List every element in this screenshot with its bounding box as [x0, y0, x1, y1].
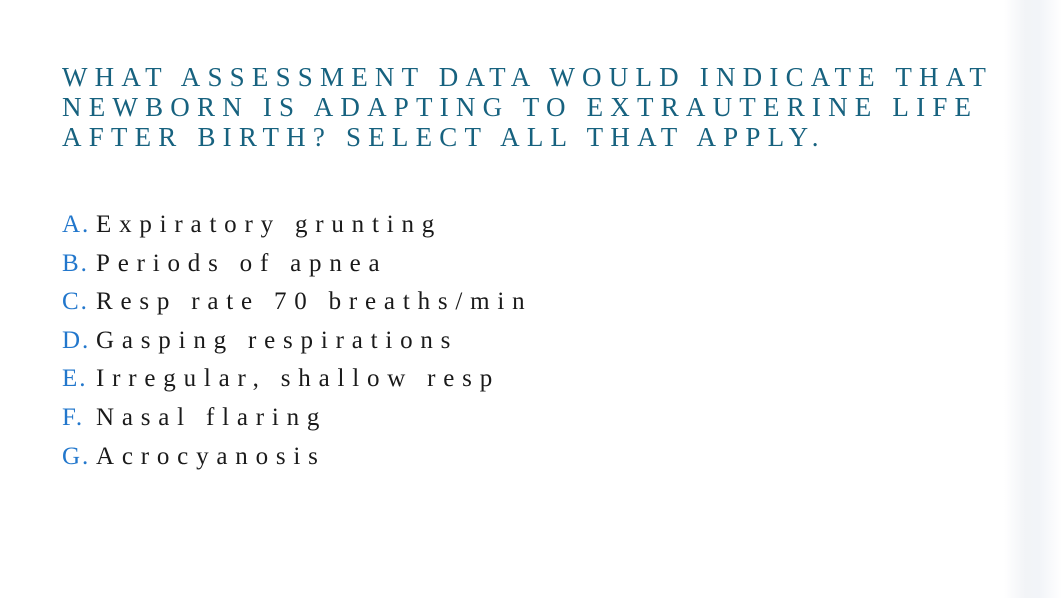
- question-title-line-2: NEWBORN IS ADAPTING TO EXTRAUTERINE LIFE: [62, 92, 979, 122]
- option-marker-e: E.: [62, 365, 88, 393]
- option-marker-g: G.: [62, 442, 91, 470]
- option-row-f[interactable]: F. Nasal flaring: [62, 403, 1022, 442]
- option-row-a[interactable]: A. Expiratory grunting: [62, 210, 1022, 249]
- question-title-line-1: WHAT ASSESSMENT DATA WOULD INDICATE THAT: [62, 62, 994, 92]
- option-marker-b: B.: [62, 249, 89, 277]
- option-marker-a: A.: [62, 211, 91, 238]
- option-text-g: Acrocyanosis: [96, 442, 326, 470]
- option-row-e[interactable]: E. Irregular, shallow resp: [62, 364, 1022, 403]
- option-text-b: Periods of apnea: [96, 249, 388, 277]
- option-text-e: Irregular, shallow resp: [96, 365, 501, 393]
- option-marker-f: F.: [62, 403, 85, 431]
- option-text-f: Nasal flaring: [96, 403, 328, 431]
- option-row-g[interactable]: G. Acrocyanosis: [62, 442, 1022, 481]
- option-row-d[interactable]: D. Gasping respirations: [62, 326, 1022, 365]
- slide-canvas: WHAT ASSESSMENT DATA WOULD INDICATE THAT…: [0, 0, 1062, 598]
- option-marker-d: D.: [62, 326, 91, 354]
- option-marker-c: C.: [62, 288, 89, 316]
- answer-options-list: A. Expiratory grunting B. Periods of apn…: [62, 210, 1022, 480]
- option-text-d: Gasping respirations: [96, 326, 459, 354]
- option-row-b[interactable]: B. Periods of apnea: [62, 249, 1022, 288]
- option-text-c: Resp rate 70 breaths/min: [96, 288, 533, 316]
- question-title: WHAT ASSESSMENT DATA WOULD INDICATE THAT…: [62, 62, 1062, 152]
- option-row-c[interactable]: C. Resp rate 70 breaths/min: [62, 287, 1022, 326]
- option-text-a: Expiratory grunting: [96, 211, 443, 238]
- question-title-line-3: AFTER BIRTH? SELECT ALL THAT APPLY.: [62, 122, 826, 152]
